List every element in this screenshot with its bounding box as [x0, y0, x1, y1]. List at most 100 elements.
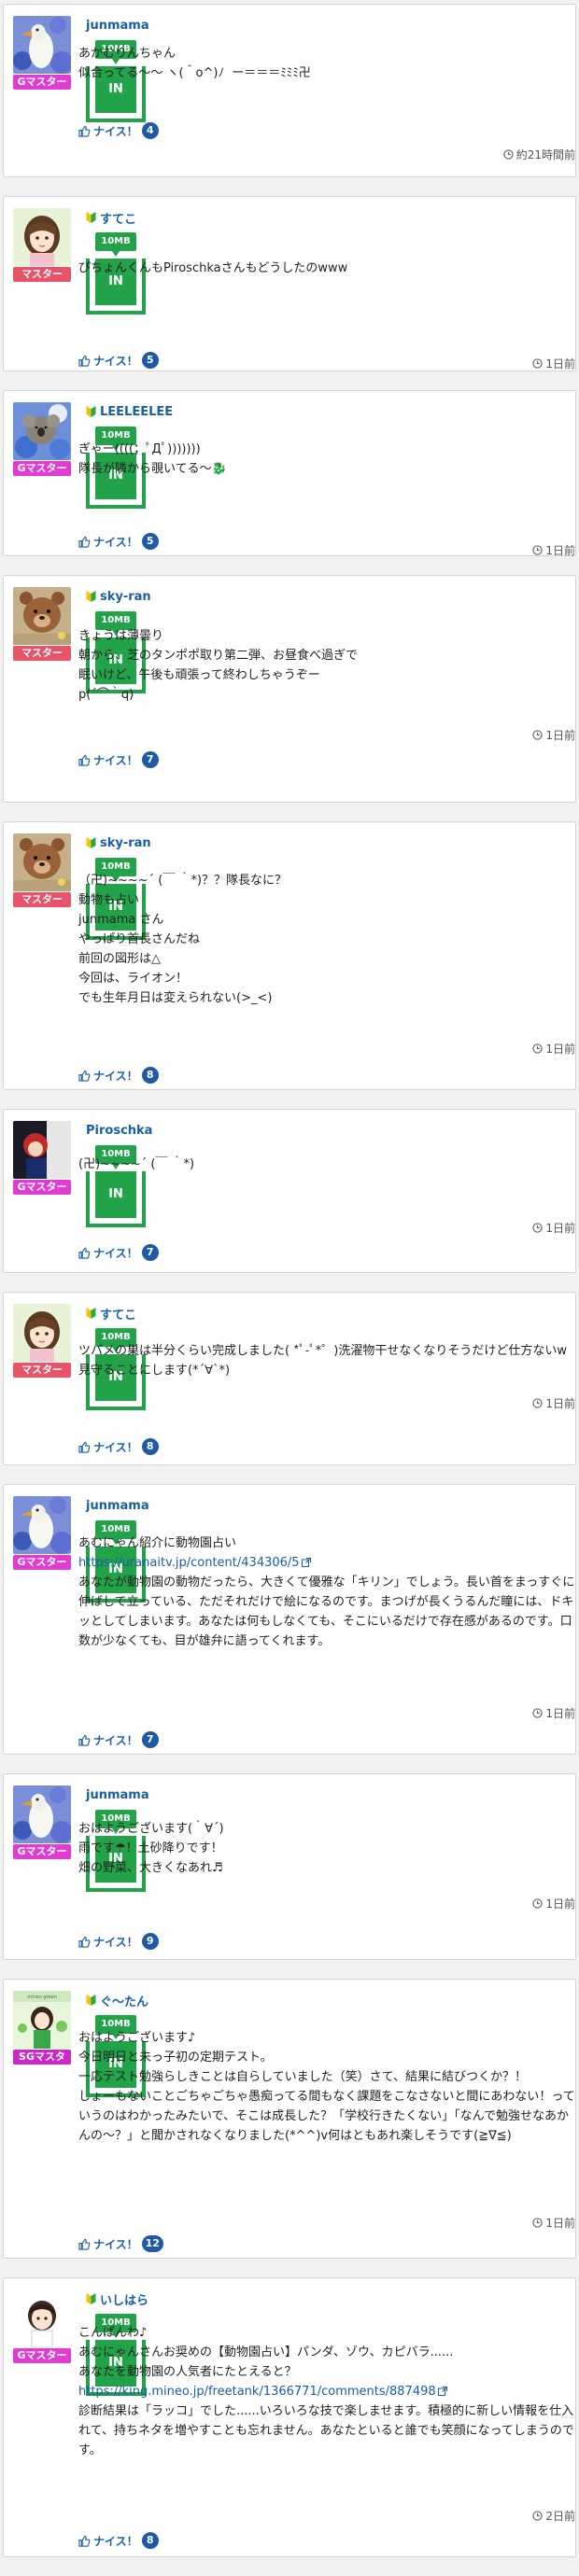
feed-post: マスター sky-ran 10MB IN （卍)~~~~´ (￣ ｀*)？？隊長…	[3, 821, 576, 1090]
avatar[interactable]	[13, 2289, 71, 2347]
post-text: ツバメの巣は半分くらい完成しました( *ﾟ-ﾟ*゜)洗濯物干せなくなりそうだけど…	[78, 1344, 567, 1378]
timestamp: 1日前	[532, 1705, 575, 1721]
username[interactable]: sky-ran	[100, 836, 151, 850]
avatar[interactable]	[13, 208, 71, 266]
avatar[interactable]	[13, 1785, 71, 1843]
timestamp: 1日前	[532, 1896, 575, 1911]
avatar[interactable]: mineo green	[13, 1991, 71, 2049]
avatar[interactable]	[13, 833, 71, 891]
nice-button[interactable]: ナイス！ 9	[78, 1933, 159, 1950]
nice-label: ナイス！	[93, 2534, 138, 2548]
name-row: すてこ	[86, 1304, 562, 1323]
name-row: sky-ran	[86, 587, 562, 606]
thumbs-up-icon	[78, 1441, 93, 1453]
username[interactable]: いしはら	[100, 2290, 148, 2308]
nice-button[interactable]: ナイス！ 7	[78, 1244, 159, 1261]
user-column: Gマスター	[13, 1121, 75, 1263]
timestamp-text: 1日前	[545, 544, 575, 557]
post-body: こんばんわ♪ あむにゃんさんお奨めの【動物園占い】パンダ、ゾウ、カピバラ....…	[78, 2323, 575, 2460]
timestamp-text: 1日前	[545, 729, 575, 742]
avatar[interactable]	[13, 402, 71, 460]
nice-label: ナイス！	[93, 1069, 138, 1083]
username[interactable]: すてこ	[100, 209, 136, 227]
post-text: （卍)~~~~´ (￣ ｀*)？？隊長なに？ 動物も占い junmama さん …	[78, 874, 288, 1005]
rank-badge: Gマスター	[13, 1180, 71, 1195]
nice-label: ナイス！	[93, 124, 138, 138]
post-body: ぎゃー((((；ﾟДﾟ))))))) 隊長が隣から覗いてる〜🐉	[78, 440, 575, 479]
name-row: すてこ	[86, 208, 562, 227]
clock-icon	[532, 1223, 545, 1233]
thumbs-up-icon	[78, 2238, 93, 2250]
nice-button[interactable]: ナイス！ 8	[78, 1438, 159, 1455]
nice-label: ナイス！	[93, 354, 138, 368]
activity-feed: Gマスター junmama 10MB IN あかむりんちゃん 似合ってる〜〜 ヽ…	[0, 0, 579, 2557]
username[interactable]: ぐ〜たん	[100, 1992, 148, 2009]
timestamp: 1日前	[532, 1395, 575, 1411]
avatar[interactable]	[13, 1304, 71, 1362]
rank-badge: Gマスター	[13, 1844, 71, 1859]
post-link[interactable]: https://king.mineo.jp/freetank/1366771/c…	[78, 2385, 436, 2399]
avatar[interactable]	[13, 1121, 71, 1179]
nice-button[interactable]: ナイス！ 7	[78, 751, 159, 768]
rank-badge: SGマスタ	[13, 2050, 71, 2065]
timestamp: 1日前	[532, 542, 575, 558]
clock-icon	[532, 730, 545, 740]
username[interactable]: sky-ran	[100, 590, 151, 604]
nice-count: 8	[141, 1067, 159, 1084]
nice-button[interactable]: ナイス！ 5	[78, 533, 159, 550]
post-link[interactable]: https://uranaitv.jp/content/434306/5	[78, 1556, 300, 1570]
clock-icon	[532, 358, 545, 369]
nice-button[interactable]: ナイス！ 8	[78, 1067, 159, 1084]
post-body: おはようございます(｀∀´) 雨です☂！土砂降りです！ 畑の野菜、大きくなあれ♬	[78, 1819, 575, 1878]
timestamp-text: 1日前	[545, 1397, 575, 1410]
user-column: Gマスター	[13, 16, 75, 167]
nice-label: ナイス！	[93, 535, 138, 549]
in-box-icon: IN	[86, 1171, 146, 1227]
nice-count: 5	[141, 533, 159, 550]
username[interactable]: junmama	[86, 19, 149, 33]
username[interactable]: すてこ	[100, 1305, 136, 1323]
nice-count: 8	[141, 1438, 159, 1455]
post-text: こんばんわ♪ あむにゃんさんお奨めの【動物園占い】パンダ、ゾウ、カピバラ....…	[78, 2326, 454, 2379]
nice-button[interactable]: ナイス！ 8	[78, 2532, 159, 2549]
nice-button[interactable]: ナイス！ 5	[78, 352, 159, 369]
timestamp: 約21時間前	[503, 147, 575, 162]
nice-button[interactable]: ナイス！ 7	[78, 1731, 159, 1748]
rank-badge: マスター	[13, 1363, 71, 1378]
username[interactable]: junmama	[86, 1499, 149, 1513]
avatar[interactable]	[13, 16, 71, 74]
timestamp: 1日前	[532, 1220, 575, 1236]
beginner-mark-icon	[86, 1995, 96, 2006]
username[interactable]: LEELEELEE	[100, 405, 173, 419]
feed-post: Gマスター junmama 10MB IN あむにゃん紹介に動物園占い http…	[3, 1484, 576, 1755]
timestamp-text: 1日前	[545, 1043, 575, 1056]
post-text: ぎゃー((((；ﾟДﾟ))))))) 隊長が隣から覗いてる〜🐉	[78, 442, 227, 476]
post-content: junmama 10MB IN	[75, 16, 562, 167]
post-text: おはようございます(｀∀´) 雨です☂！土砂降りです！ 畑の野菜、大きくなあれ♬	[78, 1822, 224, 1875]
post-body: きょうは薄曇り 朝から、芝のタンポポ取り第二弾、お昼食べ過ぎで 眠いけど、午後も…	[78, 626, 575, 705]
rank-badge: マスター	[13, 646, 71, 661]
beginner-mark-icon	[86, 212, 96, 223]
rank-badge: Gマスター	[13, 2348, 71, 2363]
timestamp-text: 1日前	[545, 357, 575, 371]
post-body: おはようございます♪ 今日明日と未っ子初の定期テスト。 一応テスト勉強らしきこと…	[78, 2028, 575, 2146]
thumbs-up-icon	[78, 125, 93, 137]
avatar[interactable]	[13, 587, 71, 645]
post-content: Piroschka 10MB IN	[75, 1121, 562, 1263]
thumbs-up-icon	[78, 536, 93, 548]
username[interactable]: junmama	[86, 1788, 149, 1802]
clock-icon	[532, 1398, 545, 1408]
avatar[interactable]	[13, 1496, 71, 1554]
nice-button[interactable]: ナイス！ 12	[78, 2235, 163, 2252]
timestamp: 1日前	[532, 356, 575, 371]
thumbs-up-icon	[78, 2535, 93, 2547]
user-column: マスター	[13, 208, 75, 361]
rank-badge: マスター	[13, 892, 71, 907]
feed-post: Gマスター Piroschka 10MB IN (卍)~~~~´ (￣ ｀*) …	[3, 1109, 576, 1273]
username[interactable]: Piroschka	[86, 1124, 152, 1138]
nice-button[interactable]: ナイス！ 4	[78, 122, 159, 139]
name-row: ぐ〜たん	[86, 1991, 562, 2009]
nice-label: ナイス！	[93, 1733, 138, 1747]
user-column: Gマスター	[13, 2289, 75, 2547]
external-link-icon	[437, 2387, 447, 2396]
